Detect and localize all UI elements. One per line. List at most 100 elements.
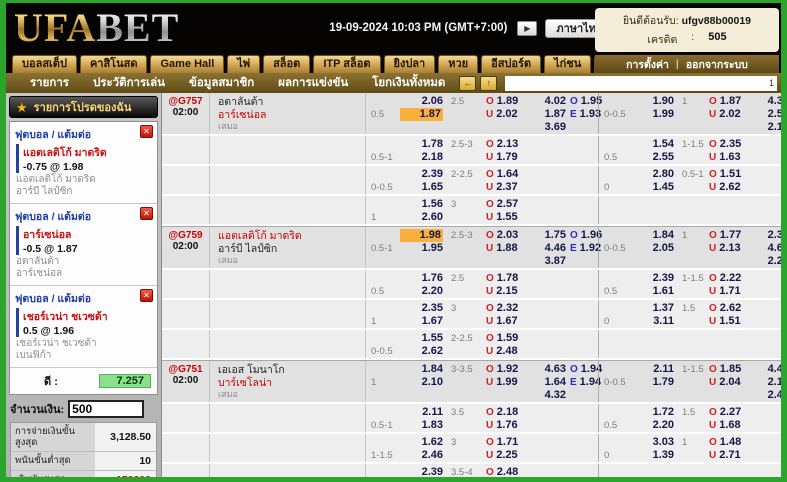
tab-lottery[interactable]: หวย <box>438 55 478 73</box>
odds-value[interactable]: O2.48 <box>486 466 538 477</box>
odds-value[interactable]: 1.56 <box>400 198 443 211</box>
odds-value[interactable]: U2.02 <box>486 108 538 121</box>
odds-value[interactable]: 2.35 <box>400 302 443 315</box>
tab-game-hall[interactable]: Game Hall <box>150 55 224 73</box>
odds-value[interactable]: 1.37 <box>635 302 674 315</box>
odds-value[interactable]: 1.84 <box>400 363 443 376</box>
tab-cockfight[interactable]: ไก่ชน <box>544 55 591 73</box>
odds-value[interactable]: U1.55 <box>486 211 538 224</box>
odds-value[interactable]: U1.71 <box>709 285 757 298</box>
odds-value[interactable]: 2.05 <box>635 242 674 255</box>
odds-value[interactable]: U2.71 <box>709 449 757 462</box>
odds-value[interactable]: 2.39 <box>635 272 674 285</box>
play-icon[interactable]: ▶ <box>517 21 537 36</box>
odds-value[interactable]: 1.62 <box>400 436 443 449</box>
odds-value[interactable]: 1.79 <box>635 376 674 389</box>
nav-play-history[interactable]: ประวัติการเล่น <box>83 74 175 92</box>
odds-value[interactable]: E1.92 <box>570 242 598 255</box>
odds-value[interactable]: O1.59 <box>486 332 538 345</box>
odds-value[interactable]: 4.44 <box>757 363 781 376</box>
odds-value[interactable]: O1.71 <box>486 436 538 449</box>
odds-value[interactable]: U1.63 <box>709 151 757 164</box>
amount-input[interactable] <box>68 400 144 418</box>
odds-value[interactable]: 2.06 <box>400 95 443 108</box>
odds-value[interactable]: O1.87 <box>709 95 757 108</box>
tab-ball-step[interactable]: บอลสเต็ป <box>12 55 77 73</box>
nav-list[interactable]: รายการ <box>20 74 79 92</box>
odds-value[interactable]: U1.79 <box>486 151 538 164</box>
odds-value[interactable]: E1.93 <box>570 108 598 121</box>
odds-value[interactable]: 1.67 <box>400 315 443 328</box>
odds-value[interactable]: 1.61 <box>635 285 674 298</box>
odds-value[interactable]: 4.36 <box>757 95 781 108</box>
odds-value[interactable]: O2.13 <box>486 138 538 151</box>
odds-value[interactable]: 2.62 <box>400 345 443 358</box>
remove-bet-icon[interactable]: ✕ <box>140 207 153 220</box>
odds-value[interactable]: 4.02 <box>538 95 566 108</box>
remove-bet-icon[interactable]: ✕ <box>140 289 153 302</box>
nav-match-results[interactable]: ผลการแข่งขัน <box>268 74 358 92</box>
odds-value[interactable]: 2.19 <box>757 376 781 389</box>
odds-value[interactable]: 1.39 <box>635 449 674 462</box>
odds-value[interactable]: O2.27 <box>709 406 757 419</box>
odds-value[interactable]: 1.98 <box>400 229 443 242</box>
odds-value[interactable]: 1.87 <box>538 108 566 121</box>
odds-value[interactable]: 2.39 <box>400 466 443 477</box>
odds-value[interactable]: O1.92 <box>486 363 538 376</box>
tab-itp-slots[interactable]: ITP สล็อต <box>313 55 380 73</box>
odds-value[interactable]: 1.45 <box>635 181 674 194</box>
odds-value[interactable]: 3.03 <box>635 436 674 449</box>
odds-value[interactable]: O1.64 <box>486 168 538 181</box>
odds-value[interactable]: 2.22 <box>757 255 781 268</box>
odds-value[interactable]: 1.84 <box>635 229 674 242</box>
odds-value[interactable]: O2.35 <box>709 138 757 151</box>
remove-bet-icon[interactable]: ✕ <box>140 125 153 138</box>
odds-value[interactable]: 2.18 <box>400 151 443 164</box>
odds-value[interactable]: 2.10 <box>400 376 443 389</box>
odds-value[interactable]: U1.99 <box>486 376 538 389</box>
odds-value[interactable]: O1.78 <box>486 272 538 285</box>
odds-value[interactable]: U1.88 <box>486 242 538 255</box>
odds-value[interactable]: O1.77 <box>709 229 757 242</box>
odds-value[interactable]: O1.89 <box>486 95 538 108</box>
odds-value[interactable]: E1.94 <box>570 376 598 389</box>
odds-value[interactable]: 4.32 <box>538 389 566 402</box>
tab-live-casino[interactable]: คาสิโนสด <box>80 55 148 73</box>
odds-value[interactable]: 2.52 <box>757 108 781 121</box>
odds-value[interactable]: 2.39 <box>400 168 443 181</box>
odds-value[interactable]: 1.72 <box>635 406 674 419</box>
odds-value[interactable]: 2.38 <box>757 229 781 242</box>
odds-value[interactable]: U2.48 <box>486 345 538 358</box>
odds-value[interactable]: 1.99 <box>635 108 674 121</box>
odds-value[interactable]: O2.18 <box>486 406 538 419</box>
settings-link[interactable]: การตั้งค่า <box>626 56 669 73</box>
odds-value[interactable]: 1.95 <box>400 242 443 255</box>
odds-value[interactable]: U2.02 <box>709 108 757 121</box>
odds-value[interactable]: 1.64 <box>538 376 566 389</box>
odds-value[interactable]: O1.48 <box>709 436 757 449</box>
odds-value[interactable]: 1.87 <box>400 108 443 121</box>
tab-slots[interactable]: สล็อต <box>263 55 310 73</box>
odds-value[interactable]: U2.62 <box>709 181 757 194</box>
odds-value[interactable]: U2.04 <box>709 376 757 389</box>
odds-value[interactable]: U2.13 <box>709 242 757 255</box>
odds-value[interactable]: U2.15 <box>486 285 538 298</box>
odds-value[interactable]: 3.11 <box>635 315 674 328</box>
odds-value[interactable]: U1.51 <box>709 315 757 328</box>
odds-value[interactable]: U1.68 <box>709 419 757 432</box>
odds-value[interactable]: 1.76 <box>400 272 443 285</box>
odds-value[interactable]: 2.60 <box>400 211 443 224</box>
odds-value[interactable]: 3.87 <box>538 255 566 268</box>
odds-value[interactable]: 1.83 <box>400 419 443 432</box>
odds-value[interactable]: 4.63 <box>538 363 566 376</box>
odds-value[interactable]: O1.94 <box>570 363 598 376</box>
back-arrow-button[interactable]: ← <box>459 76 476 91</box>
odds-value[interactable]: 2.55 <box>635 151 674 164</box>
tab-esports[interactable]: อีสปอร์ต <box>481 55 541 73</box>
odds-value[interactable]: 1.55 <box>400 332 443 345</box>
odds-value[interactable]: 2.20 <box>400 285 443 298</box>
odds-value[interactable]: 2.18 <box>757 121 781 134</box>
odds-value[interactable]: O1.95 <box>570 95 598 108</box>
odds-value[interactable]: O2.57 <box>486 198 538 211</box>
odds-value[interactable]: 3.69 <box>538 121 566 134</box>
